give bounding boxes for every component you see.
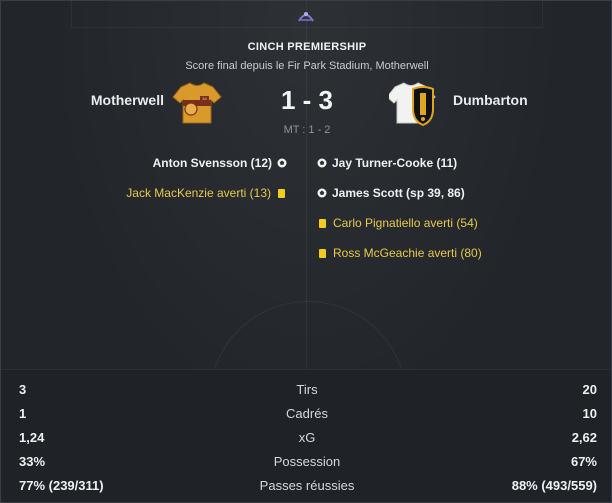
ball-icon	[317, 158, 327, 168]
match-summary-panel: CINCH PREMIERSHIP Score final depuis le …	[0, 0, 612, 503]
stat-label: xG	[298, 430, 316, 445]
stat-away-value: 10	[582, 406, 597, 421]
stat-row-possession: 33% Possession 67%	[1, 450, 611, 474]
halftime-score: MT : 1 - 2	[283, 124, 331, 136]
away-event-booking-2: Ross McGeachie averti (80)	[317, 246, 482, 260]
event-text[interactable]: Carlo Pignatiello averti (54)	[333, 216, 478, 230]
home-event-booking-1: Jack MacKenzie averti (13)	[126, 186, 287, 200]
yellow-card-icon	[319, 248, 326, 258]
competition-logo-icon	[298, 12, 314, 22]
stat-away-value: 20	[582, 382, 597, 397]
stat-label: Cadrés	[286, 406, 328, 421]
away-event-goal-2: James Scott (sp 39, 86)	[317, 186, 465, 200]
yellow-card-icon	[278, 188, 285, 198]
away-team-name[interactable]: Dumbarton	[453, 92, 528, 108]
yellow-card-icon	[319, 218, 326, 228]
match-stats: 3 Tirs 20 1 Cadrés 10 1,24 xG 2,62 33% P…	[1, 369, 611, 502]
stat-away-value: 2,62	[571, 430, 597, 445]
away-event-goal-1: Jay Turner-Cooke (11)	[317, 156, 457, 170]
stat-label: Tirs	[296, 382, 318, 397]
event-text[interactable]: Jay Turner-Cooke (11)	[332, 156, 457, 170]
stat-row-xg: 1,24 xG 2,62	[1, 426, 611, 450]
ball-icon	[277, 158, 287, 168]
venue-text: Score final depuis le Fir Park Stadium, …	[185, 60, 429, 72]
event-text[interactable]: Ross McGeachie averti (80)	[333, 246, 482, 260]
away-kit-icon[interactable]	[389, 79, 441, 127]
ball-icon	[317, 188, 327, 198]
stat-row-passes: 77% (239/311) Passes réussies 88% (493/5…	[1, 474, 611, 498]
away-event-booking-1: Carlo Pignatiello averti (54)	[317, 216, 478, 230]
event-text[interactable]: James Scott (sp 39, 86)	[332, 186, 465, 200]
stat-label: Possession	[273, 454, 341, 469]
stat-away-value: 88% (493/559)	[511, 478, 597, 493]
competition-title: CINCH PREMIERSHIP	[247, 41, 367, 53]
home-event-goal-1: Anton Svensson (12)	[153, 156, 287, 170]
event-text[interactable]: Jack MacKenzie averti (13)	[126, 186, 271, 200]
event-text[interactable]: Anton Svensson (12)	[153, 156, 272, 170]
stat-row-on-target: 1 Cadrés 10	[1, 402, 611, 426]
stat-away-value: 67%	[570, 454, 597, 469]
stat-row-shots: 3 Tirs 20	[1, 378, 611, 402]
